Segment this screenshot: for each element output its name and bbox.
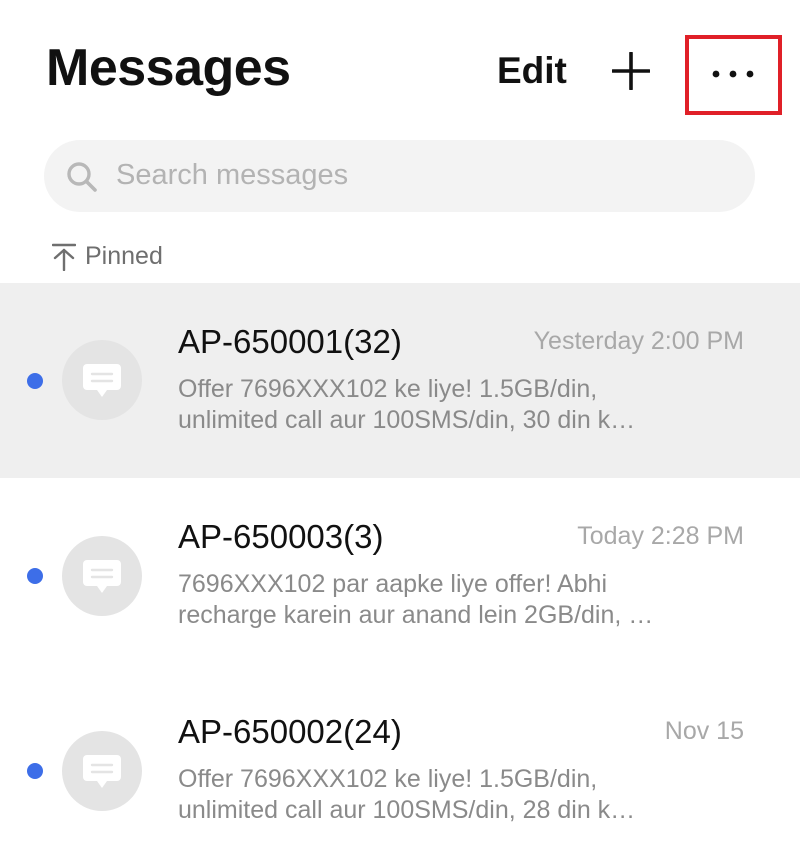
- avatar: [62, 536, 142, 616]
- avatar: [62, 731, 142, 811]
- sender-name: AP-650003(3): [178, 518, 384, 555]
- message-bubble-icon: [83, 755, 121, 788]
- avatar: [62, 340, 142, 420]
- message-time: Nov 15: [664, 717, 744, 745]
- preview-line: recharge karein aur anand lein 2GB/din, …: [178, 601, 654, 629]
- unread-indicator: [27, 763, 43, 779]
- sender-name: AP-650002(24): [178, 713, 402, 750]
- unread-indicator: [27, 568, 43, 584]
- unread-indicator: [27, 373, 43, 389]
- plus-icon: [611, 51, 651, 91]
- sender-name: AP-650001(32): [178, 323, 402, 360]
- preview-line: 7696XXX102 par aapke liye offer! Abhi: [178, 570, 608, 598]
- messages-screen: Messages Edit Search messages Pinned AP-…: [0, 0, 800, 862]
- preview-line: unlimited call aur 100SMS/din, 30 din k…: [178, 406, 636, 434]
- pin-to-top-icon: [52, 243, 76, 271]
- message-bubble-icon: [83, 560, 121, 593]
- search-input[interactable]: Search messages: [44, 140, 755, 212]
- conversation-item[interactable]: AP-650001(32) Yesterday 2:00 PM Offer 76…: [0, 283, 800, 478]
- conversation-item[interactable]: AP-650003(3) Today 2:28 PM 7696XXX102 pa…: [0, 478, 800, 673]
- message-time: Yesterday 2:00 PM: [533, 327, 744, 355]
- search-icon: [67, 162, 97, 192]
- more-horizontal-icon: [712, 70, 754, 78]
- page-title: Messages: [46, 39, 291, 97]
- search-placeholder: Search messages: [116, 159, 349, 191]
- edit-button[interactable]: Edit: [497, 50, 567, 92]
- message-preview: Offer 7696XXX102 ke liye! 1.5GB/din, unl…: [178, 764, 678, 826]
- preview-line: Offer 7696XXX102 ke liye! 1.5GB/din,: [178, 765, 598, 793]
- conversation-item[interactable]: AP-650002(24) Nov 15 Offer 7696XXX102 ke…: [0, 673, 800, 862]
- preview-line: unlimited call aur 100SMS/din, 28 din k…: [178, 796, 636, 824]
- new-message-button[interactable]: [611, 51, 651, 91]
- message-preview: 7696XXX102 par aapke liye offer! Abhi re…: [178, 569, 678, 631]
- message-bubble-icon: [83, 364, 121, 397]
- message-preview: Offer 7696XXX102 ke liye! 1.5GB/din, unl…: [178, 374, 678, 436]
- more-options-button[interactable]: [685, 35, 782, 115]
- pinned-label: Pinned: [85, 242, 163, 270]
- preview-line: Offer 7696XXX102 ke liye! 1.5GB/din,: [178, 375, 598, 403]
- message-time: Today 2:28 PM: [577, 522, 744, 550]
